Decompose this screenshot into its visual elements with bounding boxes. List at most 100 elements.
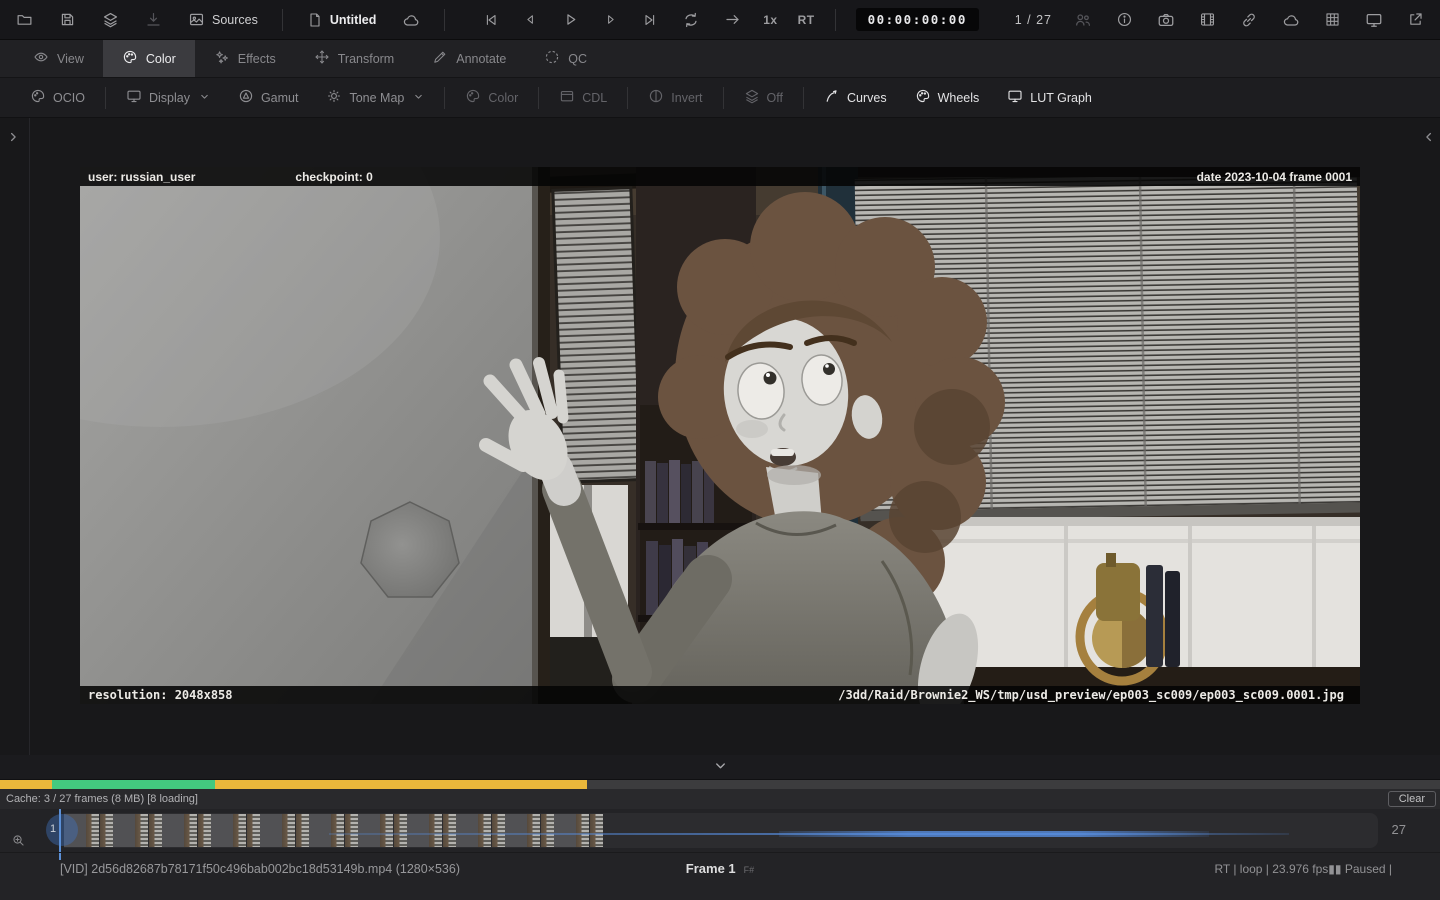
loop-mode-button[interactable] [680,9,702,31]
frame-thumbnail[interactable] [478,814,491,847]
frame-thumbnail[interactable] [296,814,309,847]
layout-grid-button[interactable] [1322,9,1343,30]
cache-segment [52,780,215,789]
download-button[interactable] [143,9,164,30]
frame-thumbnail[interactable] [135,814,148,847]
tab-view[interactable]: View [14,40,103,77]
divider [282,9,283,31]
playhead-line[interactable] [59,809,61,852]
frame-thumbnail[interactable] [331,814,344,847]
display-dropdown[interactable]: Display [112,88,224,107]
chevron-down-icon [713,761,728,776]
timecode-display[interactable]: 00:00:00:00 [856,8,979,31]
off-button[interactable]: Off [730,88,797,107]
users-icon [1074,11,1092,29]
frame-unit-label[interactable]: F# [744,865,755,875]
speed-button[interactable]: 1x [763,13,777,27]
skip-start-button[interactable] [481,10,501,30]
frame-thumbnail[interactable] [282,814,295,847]
tone-map-label: Tone Map [349,91,404,105]
open-button[interactable] [14,9,35,30]
timeline-track[interactable] [64,813,1378,848]
expand-left-panel-button[interactable] [6,130,20,147]
frame-thumbnail[interactable] [233,814,246,847]
frame-thumbnail[interactable] [345,814,358,847]
skip-end-button[interactable] [640,10,660,30]
invert-label: Invert [671,91,702,105]
frame-thumbnail[interactable] [184,814,197,847]
frame-thumbnail[interactable] [86,814,99,847]
frame-thumbnail[interactable] [149,814,162,847]
gamut-button[interactable]: Gamut [224,88,313,107]
popout-button[interactable] [1405,9,1426,30]
cache-clear-button[interactable]: Clear [1388,791,1436,807]
link-button[interactable] [1238,9,1260,31]
loop-icon [682,11,700,29]
frame-thumbnail[interactable] [429,814,442,847]
frame-thumbnail[interactable] [247,814,260,847]
save-button[interactable] [57,9,78,30]
sync-button[interactable] [400,9,422,31]
folder-icon [16,11,33,28]
palette-icon [122,49,138,68]
lut-graph-button[interactable]: LUT Graph [993,88,1106,107]
tab-transform[interactable]: Transform [295,40,414,77]
frame-thumbnail[interactable] [492,814,505,847]
tone-map-dropdown[interactable]: Tone Map [312,88,438,107]
step-forward-icon [603,12,618,27]
expand-right-panel-button[interactable] [1422,130,1436,147]
wheels-button[interactable]: Wheels [901,88,994,107]
tab-annotate[interactable]: Annotate [413,40,525,77]
tab-label: View [57,52,84,66]
info-button[interactable] [1114,9,1135,30]
tab-qc[interactable]: QC [525,40,606,77]
eye-icon [33,49,49,68]
rendered-frame [80,167,1360,704]
ocio-button[interactable]: OCIO [16,88,99,107]
sun-icon [326,88,342,107]
frame-thumbnail[interactable] [380,814,393,847]
timeline[interactable]: 1 27 [0,809,1440,852]
frame-thumbnail[interactable] [576,814,589,847]
status-bar: [VID] 2d56d82687b78171f50c496bab002bc18d… [0,852,1440,900]
media-button[interactable] [1197,9,1218,30]
frame-thumbnail[interactable] [541,814,554,847]
step-back-button[interactable] [521,10,540,29]
invert-button[interactable]: Invert [634,88,716,107]
session-title: Untitled [330,13,377,27]
frame-thumbnail[interactable] [100,814,113,847]
frame-thumbnail[interactable] [527,814,540,847]
camera-icon [1157,11,1175,29]
collapse-timeline-button[interactable] [713,758,728,776]
session-title-button[interactable]: Untitled [305,10,379,30]
frame-label: Frame 1 [686,861,736,876]
playlists-button[interactable] [100,9,121,30]
frame-thumbnail[interactable] [590,814,603,847]
curves-button[interactable]: Curves [810,88,901,107]
collab-button[interactable] [1072,9,1094,31]
thumbnail-gap [456,814,478,847]
snapshot-button[interactable] [1155,9,1177,31]
color-correct-button[interactable]: Color [451,88,532,107]
play-button[interactable] [560,9,581,30]
tab-effects[interactable]: Effects [195,40,295,77]
timeline-end-frame: 27 [1392,822,1406,837]
sources-button[interactable]: Sources [186,9,260,30]
cloud-sync-button[interactable] [1280,9,1302,31]
tab-color[interactable]: Color [103,40,195,77]
step-forward-button[interactable] [601,10,620,29]
frame-thumbnail[interactable] [394,814,407,847]
viewer-area: user: russian_user checkpoint: 0 date 20… [0,118,1440,755]
chevron-left-icon [1422,132,1436,147]
frame-thumbnail[interactable] [198,814,211,847]
play-direction-button[interactable] [722,9,743,30]
image-canvas[interactable]: user: russian_user checkpoint: 0 date 20… [80,167,1360,704]
cdl-button[interactable]: CDL [545,88,621,107]
rt-button[interactable]: RT [798,13,815,27]
gamut-icon [238,88,254,107]
timeline-zoom-button[interactable] [12,834,25,850]
thumbnail-gap [407,814,429,847]
presentation-button[interactable] [1363,9,1385,31]
frame-thumbnail[interactable] [443,814,456,847]
divider [803,87,804,109]
